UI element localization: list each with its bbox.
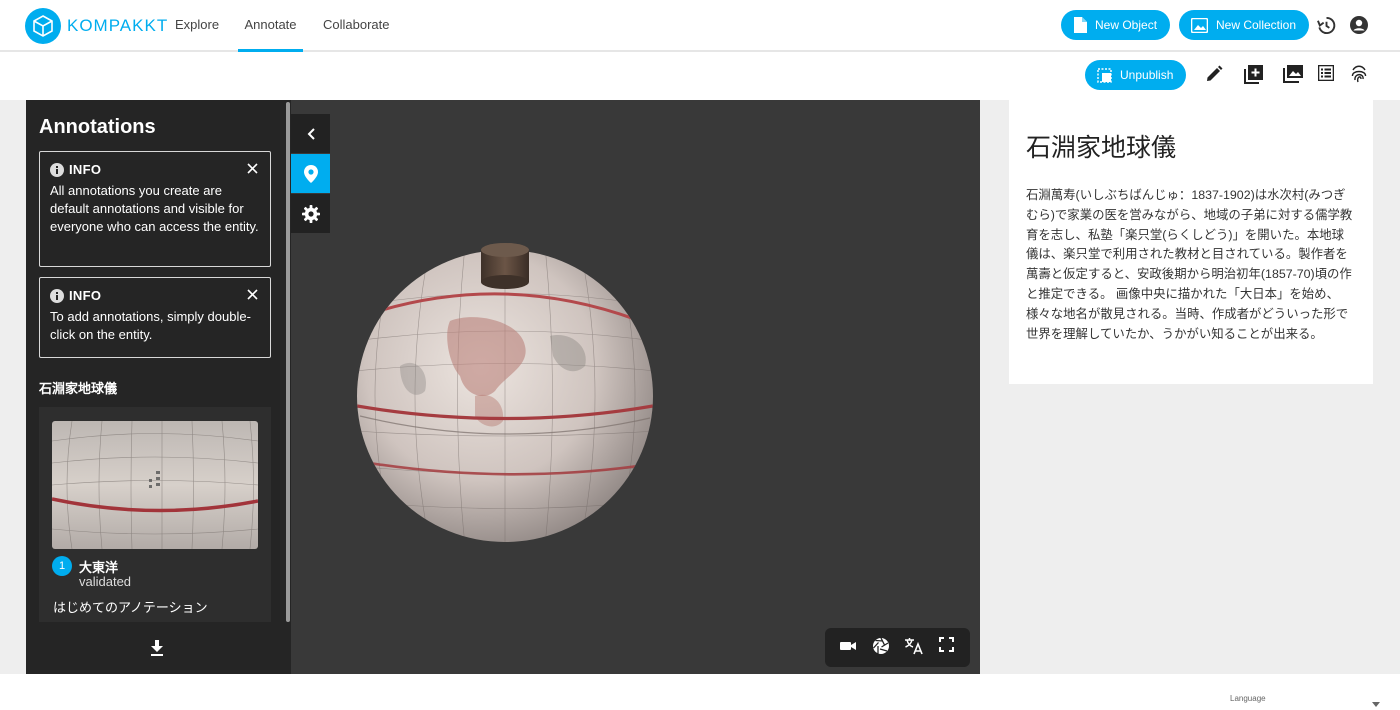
main-area: Annotations INFO All annotations you cre… <box>0 100 1400 674</box>
top-navbar: KOMPAKKT Explore Annotate Collaborate Ne… <box>0 0 1400 52</box>
edit-icon[interactable] <box>1205 65 1223 83</box>
info-box-default-annotations: INFO All annotations you create are defa… <box>39 151 271 267</box>
chevron-left-icon <box>307 127 315 140</box>
new-object-button[interactable]: New Object <box>1061 10 1171 40</box>
sidebar-scrollbar[interactable] <box>286 102 290 622</box>
download-icon[interactable] <box>150 640 164 656</box>
nav-explore[interactable]: Explore <box>169 0 225 52</box>
annotation-status: validated <box>79 574 132 589</box>
unpublish-icon <box>1097 67 1112 83</box>
kompakkt-logo-icon <box>25 8 61 44</box>
info-icon <box>50 162 64 177</box>
nav-collaborate[interactable]: Collaborate <box>317 0 396 52</box>
gear-icon <box>301 204 320 223</box>
fingerprint-icon[interactable] <box>1351 65 1367 83</box>
sidebar-title: Annotations <box>39 116 156 138</box>
info-icon <box>50 288 64 303</box>
annotation-number-badge: 1 <box>52 556 72 576</box>
chevron-down-icon[interactable] <box>1372 702 1380 707</box>
entity-description: 石淵萬寿(いしぶちばんじゅ：1837-1902)は水次村(みつぎむら)で家業の医… <box>1026 188 1353 341</box>
new-collection-button[interactable]: New Collection <box>1179 10 1310 40</box>
close-icon[interactable] <box>247 163 258 174</box>
3d-viewer[interactable] <box>291 100 980 674</box>
logo-text: KOMPAKKT <box>67 16 169 35</box>
annotations-sidebar: Annotations INFO All annotations you cre… <box>26 100 291 674</box>
fullscreen-icon[interactable] <box>939 637 954 652</box>
globe-model[interactable] <box>355 226 655 546</box>
gallery-icon[interactable] <box>1283 65 1303 83</box>
translate-icon[interactable] <box>904 637 924 655</box>
annotations-tab-button[interactable] <box>291 154 330 193</box>
settings-tab-button[interactable] <box>291 194 330 233</box>
info-head: INFO <box>50 288 260 303</box>
info-body: To add annotations, simply double-click … <box>50 309 251 342</box>
close-icon[interactable] <box>247 289 258 300</box>
add-to-collection-icon[interactable] <box>1244 65 1263 84</box>
entity-title: 石淵家地球儀 <box>1026 134 1177 162</box>
info-head-label: INFO <box>69 162 102 177</box>
language-select-label: Language <box>1230 694 1266 703</box>
image-collection-icon <box>1191 17 1208 33</box>
logo[interactable]: KOMPAKKT <box>25 8 168 44</box>
file-icon <box>1073 17 1087 33</box>
nav-annotate[interactable]: Annotate <box>238 0 303 52</box>
unpublish-button[interactable]: Unpublish <box>1085 60 1187 90</box>
annotation-thumbnail <box>52 421 258 549</box>
list-details-icon[interactable] <box>1318 65 1334 81</box>
camera-icon[interactable] <box>839 637 857 655</box>
info-body: All annotations you create are default a… <box>50 183 259 234</box>
new-collection-label: New Collection <box>1216 18 1297 32</box>
annotation-description: はじめてのアノテーション <box>53 600 208 615</box>
info-head: INFO <box>50 162 260 177</box>
info-head-label: INFO <box>69 288 102 303</box>
new-object-label: New Object <box>1095 18 1158 32</box>
entity-toolbar: Unpublish <box>0 52 1400 100</box>
account-icon[interactable] <box>1349 15 1369 35</box>
collapse-sidebar-button[interactable] <box>291 114 330 153</box>
map-marker-icon <box>303 164 318 183</box>
viewer-controls <box>825 628 970 667</box>
unpublish-label: Unpublish <box>1120 68 1174 82</box>
history-icon[interactable] <box>1317 16 1336 35</box>
footer: Language <box>0 674 1400 710</box>
annotation-card[interactable]: 1 大東洋 validated はじめてのアノテーション <box>39 407 271 622</box>
entity-description-card: 石淵家地球儀 石淵萬寿(いしぶちばんじゅ：1837-1902)は水次村(みつぎむ… <box>1009 100 1373 384</box>
info-box-add-annotations: INFO To add annotations, simply double-c… <box>39 277 271 358</box>
aperture-icon[interactable] <box>872 637 890 655</box>
entity-title-small: 石淵家地球儀 <box>39 381 118 396</box>
